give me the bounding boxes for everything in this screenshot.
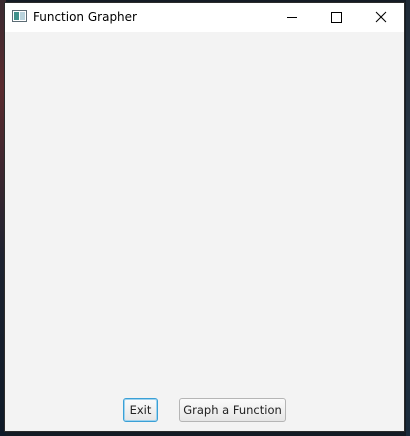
- close-button[interactable]: [358, 3, 404, 32]
- exit-button[interactable]: Exit: [123, 398, 158, 422]
- minimize-icon: [287, 17, 297, 18]
- title-bar[interactable]: Function Grapher: [5, 3, 404, 32]
- graph-area: Exit Graph a Function: [5, 32, 404, 431]
- close-icon: [375, 11, 387, 23]
- window-title: Function Grapher: [33, 10, 137, 24]
- graph-function-button[interactable]: Graph a Function: [179, 398, 286, 422]
- maximize-icon: [331, 12, 342, 23]
- desktop-background-edge: [406, 0, 410, 436]
- maximize-button[interactable]: [313, 3, 359, 32]
- app-window: Function Grapher Exit Graph a Function: [4, 2, 405, 432]
- app-window-icon: [12, 10, 27, 22]
- minimize-button[interactable]: [269, 3, 315, 32]
